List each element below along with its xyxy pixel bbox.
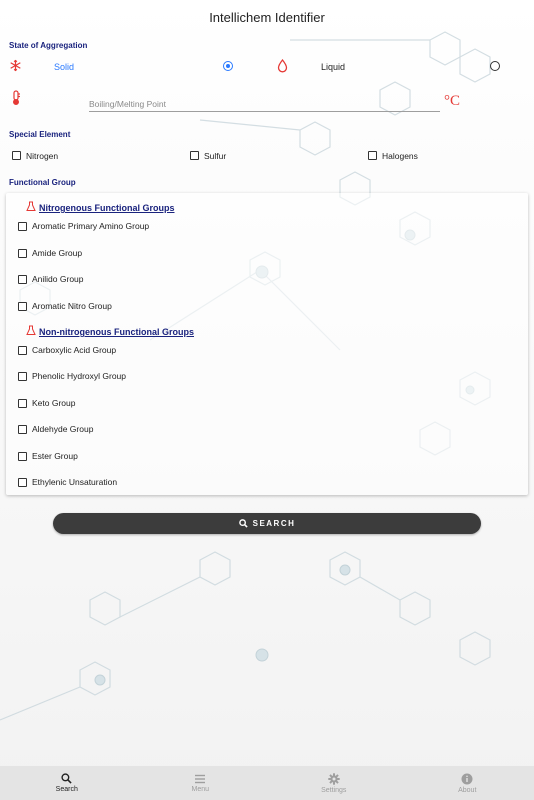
anilido-checkbox[interactable] [18,275,27,284]
list-item-label[interactable]: Ester Group [32,451,78,461]
list-item-label[interactable]: Aromatic Nitro Group [32,301,112,311]
list-item-label[interactable]: Phenolic Hydroxyl Group [32,371,126,381]
boiling-melting-point-row: °C [0,90,534,114]
nav-settings-label: Settings [321,786,347,794]
info-icon [461,773,473,784]
nav-about[interactable]: About [401,766,534,800]
nitrogen-checkbox[interactable] [12,151,21,160]
nitrogenous-groups-title[interactable]: Nitrogenous Functional Groups [39,203,175,213]
aromatic-nitro-checkbox[interactable] [18,302,27,311]
flask-icon [26,201,36,215]
ethylenic-unsaturation-checkbox[interactable] [18,478,27,487]
list-item-label[interactable]: Aldehyde Group [32,424,93,434]
nav-settings[interactable]: Settings [267,766,401,800]
functional-group-label: Functional Group [9,178,76,187]
search-icon [238,519,248,528]
list-item-label[interactable]: Carboxylic Acid Group [32,345,116,355]
bottom-nav: Search Menu Settings About [0,766,534,800]
nitrogen-label[interactable]: Nitrogen [26,151,58,161]
list-item-label[interactable]: Amide Group [32,248,82,258]
gear-icon [328,772,340,785]
keto-checkbox[interactable] [18,399,27,408]
sulfur-checkbox[interactable] [190,151,199,160]
snowflake-icon [9,59,22,74]
list-item-label[interactable]: Anilido Group [32,274,84,284]
nav-about-label: About [458,786,477,794]
thermometer-icon [11,90,21,107]
list-item-label[interactable]: Aromatic Primary Amino Group [32,221,149,231]
solid-option-label[interactable]: Solid [54,62,74,72]
app-title: Intellichem Identifier [209,10,325,25]
ester-checkbox[interactable] [18,452,27,461]
search-button-label: SEARCH [252,519,296,528]
sulfur-label[interactable]: Sulfur [204,151,226,161]
functional-group-card: Nitrogenous Functional Groups Aromatic P… [6,193,528,495]
search-icon [61,773,72,784]
nav-search-label: Search [55,786,78,793]
state-of-aggregation-label: State of Aggregation [9,41,88,50]
menu-icon [195,774,206,783]
list-item-label[interactable]: Keto Group [32,398,75,408]
liquid-radio[interactable] [490,61,500,71]
celsius-unit: °C [444,93,461,109]
nav-search[interactable]: Search [0,766,134,800]
amide-checkbox[interactable] [18,249,27,258]
nitrogenous-groups-heading: Nitrogenous Functional Groups [26,201,175,215]
nav-menu[interactable]: Menu [134,766,268,800]
flask-icon [26,325,36,339]
state-of-aggregation-row: Solid Liquid [0,58,534,76]
non-nitrogenous-groups-heading: Non-nitrogenous Functional Groups [26,325,194,339]
carboxylic-acid-checkbox[interactable] [18,346,27,355]
halogens-checkbox[interactable] [368,151,377,160]
aromatic-primary-amino-checkbox[interactable] [18,222,27,231]
search-button[interactable]: SEARCH [53,513,481,534]
non-nitrogenous-groups-title[interactable]: Non-nitrogenous Functional Groups [39,327,194,337]
halogens-label[interactable]: Halogens [382,151,418,161]
solid-radio[interactable] [223,61,233,71]
droplet-icon [277,58,288,75]
nav-menu-label: Menu [191,785,209,793]
boiling-melting-point-input[interactable] [89,96,440,112]
list-item-label[interactable]: Ethylenic Unsaturation [32,477,117,487]
liquid-option-label[interactable]: Liquid [321,62,345,72]
special-element-label: Special Element [9,130,71,139]
phenolic-hydroxyl-checkbox[interactable] [18,372,27,381]
aldehyde-checkbox[interactable] [18,425,27,434]
